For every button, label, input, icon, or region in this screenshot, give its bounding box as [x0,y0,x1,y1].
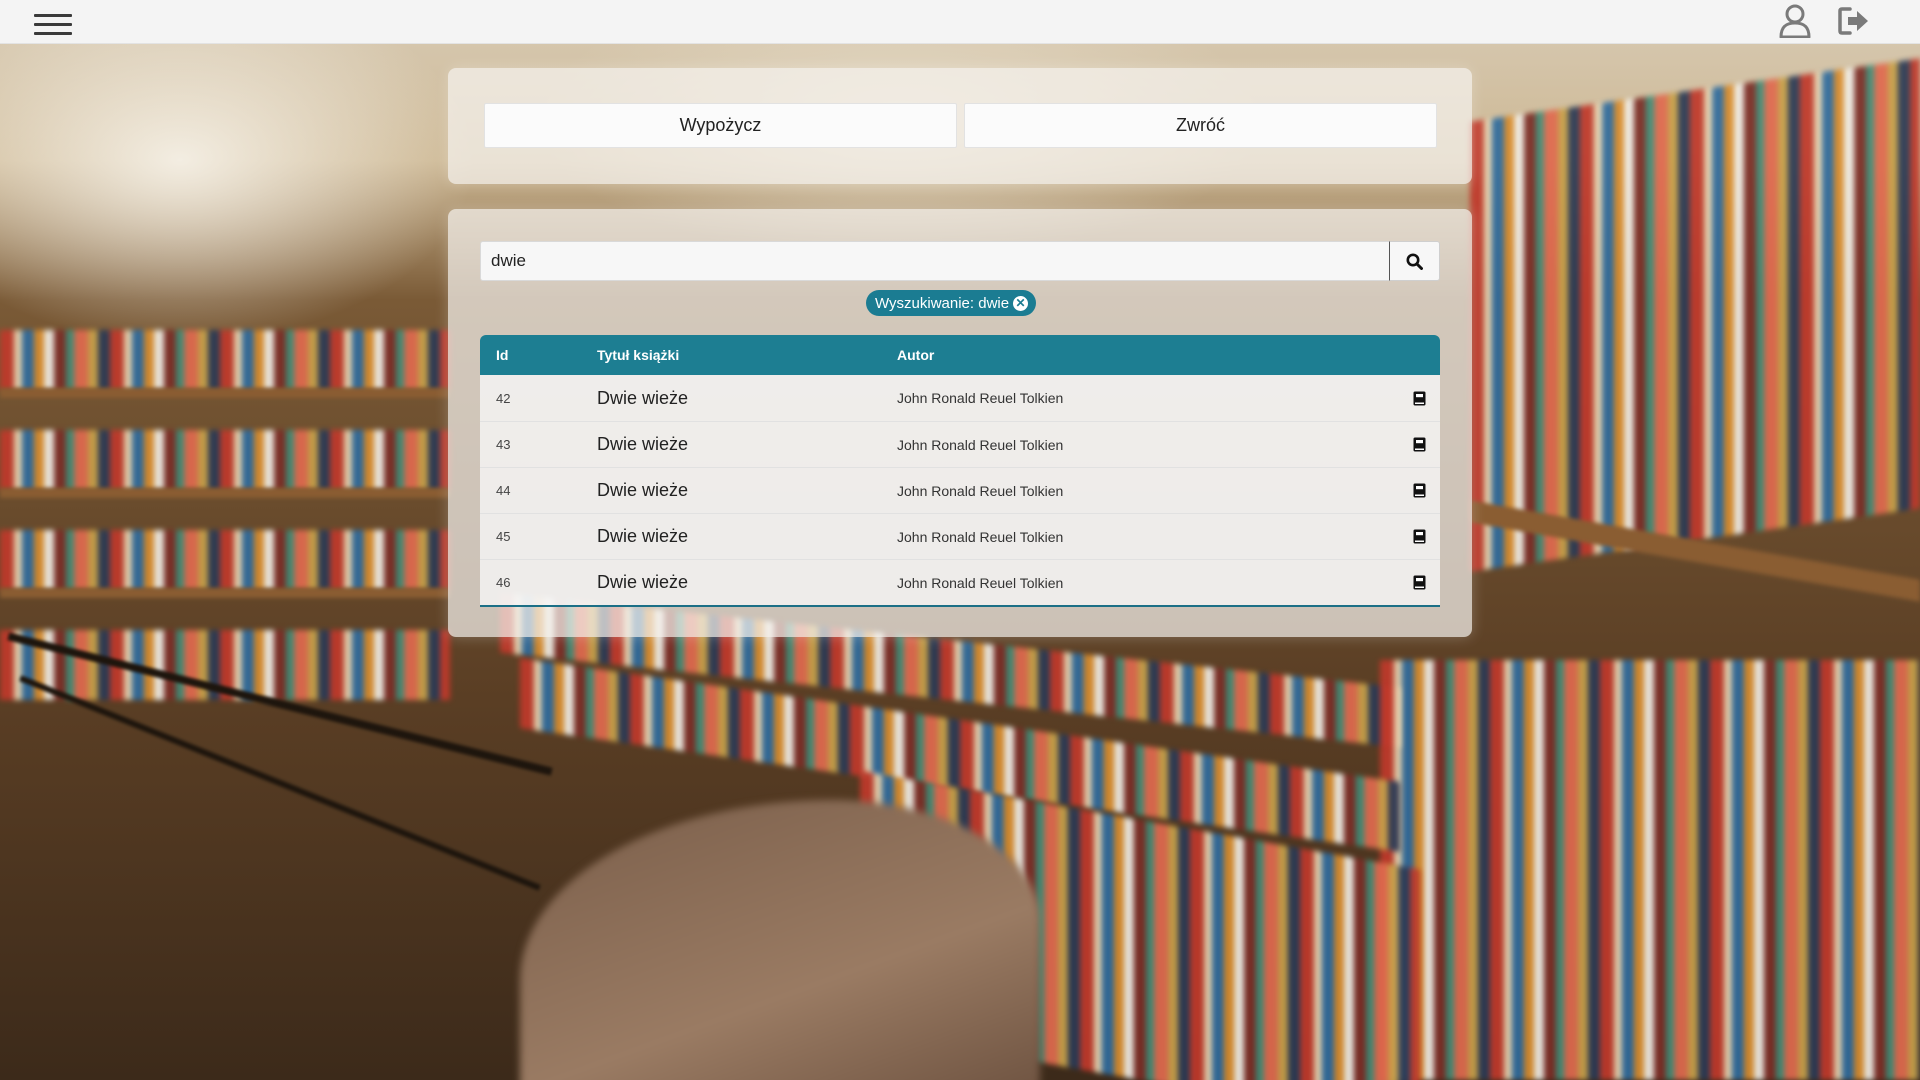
cell-title: Dwie wieże [597,572,689,592]
table-row[interactable]: 44 Dwie wieże John Ronald Reuel Tolkien [480,467,1440,513]
search-filter-chip-label: Wyszukiwanie: dwie [875,294,1010,312]
cell-author: John Ronald Reuel Tolkien [897,574,1064,591]
books-table: Id Tytuł książki Autor 42 Dwie wieże Joh… [480,335,1440,607]
header-title[interactable]: Tytuł książki [597,347,897,363]
header-author[interactable]: Autor [897,347,1377,363]
top-navbar [0,0,1920,44]
cell-id: 45 [496,529,511,544]
close-circle-icon[interactable]: ✕ [1013,295,1029,311]
cell-id: 46 [496,575,511,590]
logout-icon[interactable] [1838,6,1870,36]
table-row[interactable]: 46 Dwie wieże John Ronald Reuel Tolkien [480,559,1440,605]
borrow-button[interactable]: Wypożycz [484,103,957,148]
book-details-icon[interactable] [1413,391,1426,406]
cell-title: Dwie wieże [597,387,689,408]
actions-panel: Wypożycz Zwróć [448,68,1472,184]
table-row[interactable]: 43 Dwie wieże John Ronald Reuel Tolkien [480,421,1440,467]
cell-id: 44 [496,483,511,498]
cell-id: 42 [496,390,511,406]
cell-title: Dwie wieże [597,526,689,546]
book-details-icon[interactable] [1413,575,1426,590]
cell-id: 43 [496,437,511,452]
table-body: 42 Dwie wieże John Ronald Reuel Tolkien … [480,375,1440,605]
search-panel: Wyszukiwanie: dwie ✕ Id Tytuł książki Au… [448,209,1472,637]
table-header: Id Tytuł książki Autor [480,335,1440,375]
table-row[interactable]: 42 Dwie wieże John Ronald Reuel Tolkien [480,375,1440,421]
user-icon[interactable] [1779,4,1811,39]
cell-title: Dwie wieże [597,434,689,454]
cell-author: John Ronald Reuel Tolkien [897,482,1064,499]
header-id[interactable]: Id [480,347,597,363]
search-filter-chip: Wyszukiwanie: dwie ✕ [866,290,1037,316]
table-row[interactable]: 45 Dwie wieże John Ronald Reuel Tolkien [480,513,1440,559]
hamburger-menu-icon[interactable] [34,14,72,36]
book-details-icon[interactable] [1413,483,1426,498]
cell-title: Dwie wieże [597,480,689,500]
search-button[interactable] [1389,241,1440,281]
search-icon [1406,253,1423,270]
cell-author: John Ronald Reuel Tolkien [897,528,1064,545]
book-details-icon[interactable] [1413,529,1426,544]
cell-author: John Ronald Reuel Tolkien [897,390,1064,406]
cell-author: John Ronald Reuel Tolkien [897,436,1064,453]
search-input[interactable] [480,241,1389,281]
book-details-icon[interactable] [1413,437,1426,452]
return-button[interactable]: Zwróć [964,103,1437,148]
